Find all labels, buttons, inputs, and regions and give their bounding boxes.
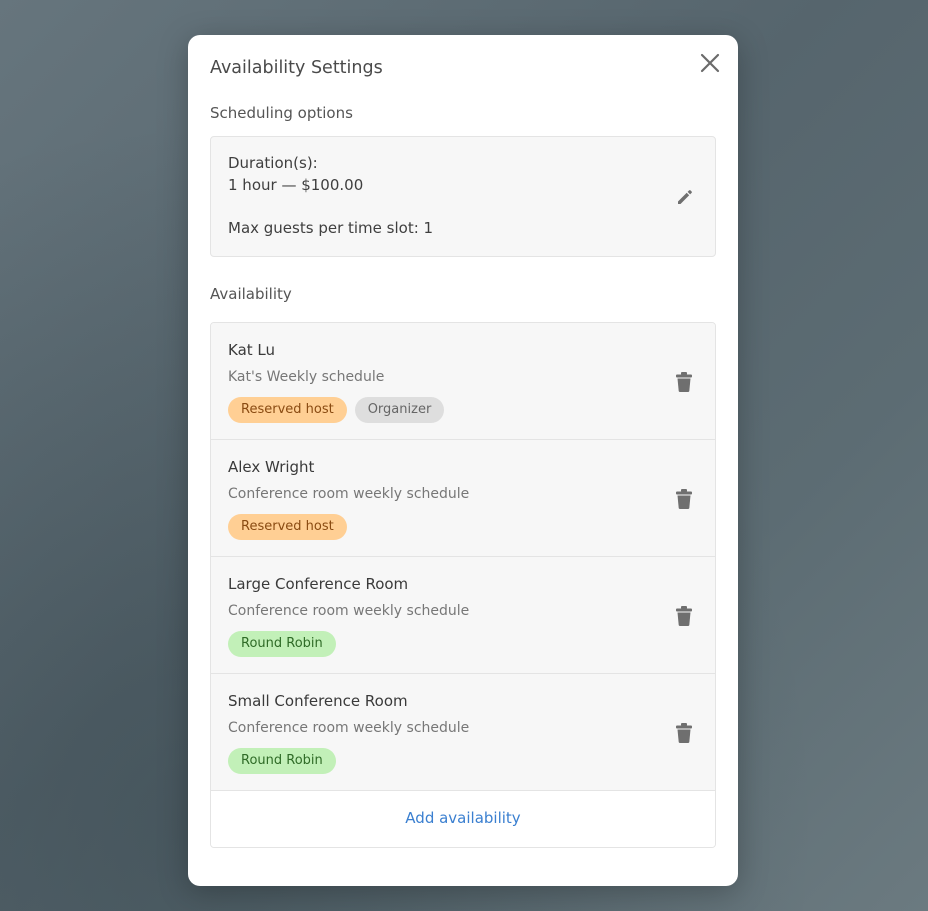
item-schedule: Conference room weekly schedule xyxy=(228,720,470,736)
close-button[interactable] xyxy=(698,51,722,75)
delete-availability-button[interactable] xyxy=(675,371,693,393)
add-availability-link[interactable]: Add availability xyxy=(405,809,520,827)
item-schedule: Conference room weekly schedule xyxy=(228,486,470,502)
availability-item-kat-lu: Kat Lu Kat's Weekly schedule Reserved ho… xyxy=(211,323,715,440)
delete-availability-button[interactable] xyxy=(675,722,693,744)
round-robin-badge: Round Robin xyxy=(228,631,336,657)
availability-label: Availability xyxy=(210,285,292,303)
add-availability-row: Add availability xyxy=(211,791,715,847)
item-name: Small Conference Room xyxy=(228,692,408,710)
delete-availability-button[interactable] xyxy=(675,605,693,627)
reserved-host-badge: Reserved host xyxy=(228,397,347,423)
duration-label: Duration(s): xyxy=(228,154,318,172)
availability-item-alex-wright: Alex Wright Conference room weekly sched… xyxy=(211,440,715,557)
reserved-host-badge: Reserved host xyxy=(228,514,347,540)
round-robin-badge: Round Robin xyxy=(228,748,336,774)
pencil-icon xyxy=(678,190,692,204)
delete-availability-button[interactable] xyxy=(675,488,693,510)
availability-list: Kat Lu Kat's Weekly schedule Reserved ho… xyxy=(210,322,716,848)
max-guests-text: Max guests per time slot: 1 xyxy=(228,219,434,237)
item-schedule: Conference room weekly schedule xyxy=(228,603,470,619)
modal-title: Availability Settings xyxy=(210,58,383,78)
scheduling-options-label: Scheduling options xyxy=(210,104,353,122)
item-name: Kat Lu xyxy=(228,341,276,359)
trash-icon xyxy=(676,489,692,509)
organizer-badge: Organizer xyxy=(354,397,445,423)
availability-item-large-conference-room: Large Conference Room Conference room we… xyxy=(211,557,715,674)
availability-settings-modal: Availability Settings Scheduling options… xyxy=(188,35,738,886)
scheduling-options-card: Duration(s): 1 hour — $100.00 Max guests… xyxy=(210,136,716,257)
trash-icon xyxy=(676,723,692,743)
close-icon xyxy=(700,53,720,73)
trash-icon xyxy=(676,606,692,626)
availability-item-small-conference-room: Small Conference Room Conference room we… xyxy=(211,674,715,791)
duration-value: 1 hour — $100.00 xyxy=(228,176,364,194)
trash-icon xyxy=(676,372,692,392)
item-name: Alex Wright xyxy=(228,458,315,476)
item-name: Large Conference Room xyxy=(228,575,409,593)
item-schedule: Kat's Weekly schedule xyxy=(228,369,385,385)
edit-scheduling-button[interactable] xyxy=(675,187,695,207)
